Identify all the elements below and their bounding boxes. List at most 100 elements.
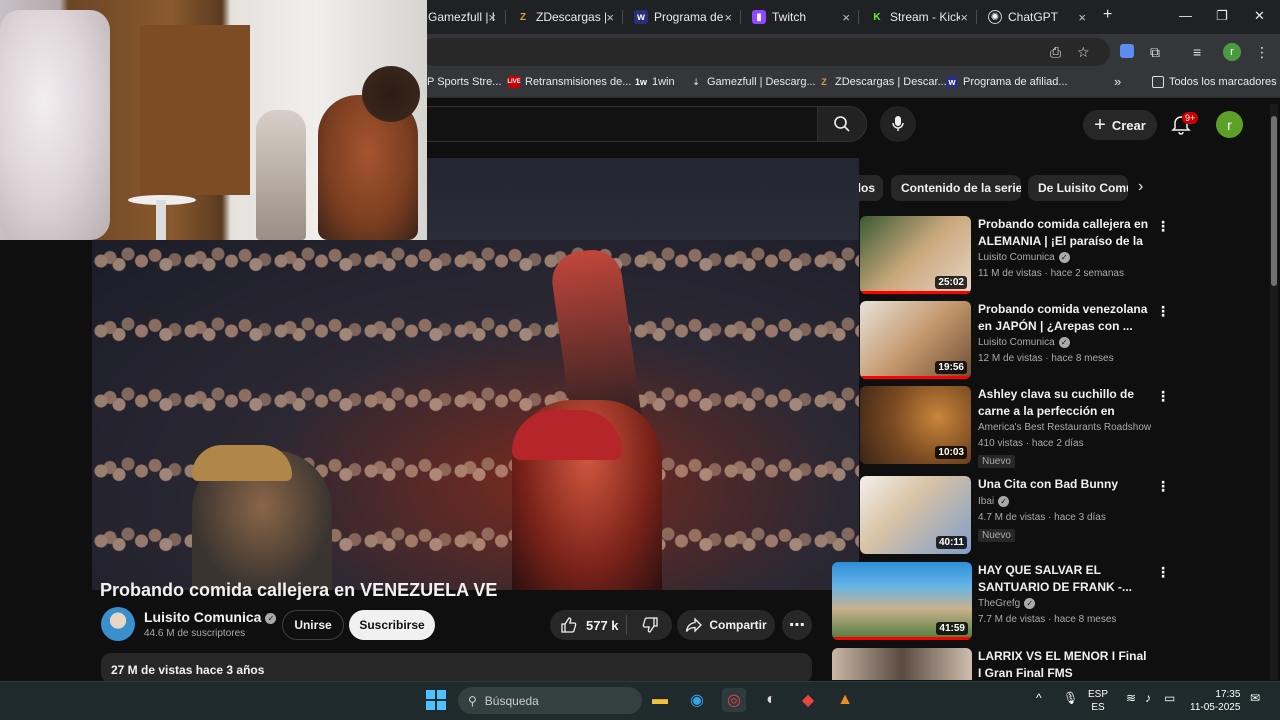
clock[interactable]: 17:35 11-05-2025: [1190, 688, 1240, 714]
recommendation-item[interactable]: 19:56 Probando comida venezolana en JAPÓ…: [860, 301, 1170, 383]
bookmark-item[interactable]: P Sports Stre...: [427, 76, 501, 88]
scrollbar-thumb[interactable]: [1271, 116, 1277, 286]
search-button[interactable]: [817, 106, 867, 142]
windows-start-icon[interactable]: [424, 688, 448, 712]
taskbar-search[interactable]: ⚲ Búsqueda: [458, 687, 642, 714]
video-title[interactable]: HAY QUE SALVAR EL SANTUARIO DE FRANK -..…: [978, 562, 1150, 596]
recommendation-item[interactable]: 25:02 Probando comida callejera en ALEMA…: [860, 216, 1170, 298]
tab-kick[interactable]: K Stream - Kick ×: [862, 4, 974, 30]
all-bookmarks-button[interactable]: Todos los marcadores: [1152, 76, 1277, 88]
video-title[interactable]: Probando comida callejera en ALEMANIA | …: [978, 216, 1150, 250]
bookmark-item[interactable]: Z ZDescargas | Descar...: [818, 76, 946, 88]
channel-name[interactable]: Luisito Comunica ✓: [978, 252, 1070, 263]
tab-chatgpt[interactable]: ✺ ChatGPT ×: [980, 4, 1092, 30]
profile-avatar[interactable]: r: [1223, 43, 1241, 61]
bookmark-item[interactable]: ⇣ Gamezfull | Descarg...: [690, 76, 815, 88]
chevron-right-icon[interactable]: ›: [1138, 178, 1143, 196]
video-thumbnail[interactable]: 10:03: [860, 386, 971, 464]
video-thumbnail[interactable]: 40:11: [860, 476, 971, 554]
notification-center-icon[interactable]: ✉: [1250, 692, 1260, 705]
close-window-icon[interactable]: ✕: [1254, 8, 1265, 24]
recommendation-item[interactable]: 40:11 Una Cita con Bad Bunny Ibai ✓ 4.7 M…: [860, 476, 1170, 558]
close-icon[interactable]: ×: [960, 10, 968, 25]
video-thumbnail[interactable]: [832, 648, 972, 680]
battery-icon[interactable]: ▭: [1164, 692, 1175, 705]
channel-name[interactable]: Luisito Comunica ✓: [978, 337, 1070, 348]
minimize-icon[interactable]: —: [1179, 8, 1192, 23]
background-person: [256, 110, 306, 240]
more-actions-button[interactable]: ⋯: [782, 610, 812, 640]
video-title[interactable]: LARRIX VS EL MENOR I Final I Gran Final …: [978, 648, 1150, 680]
app-red-icon[interactable]: ◆: [796, 688, 820, 712]
install-app-icon[interactable]: ⎙: [1050, 44, 1061, 61]
video-thumbnail[interactable]: 19:56: [860, 301, 971, 379]
more-vertical-icon[interactable]: ⋮: [1156, 388, 1170, 405]
close-icon[interactable]: ×: [606, 10, 614, 25]
channel-name[interactable]: Luisito Comunica ✓: [144, 609, 277, 625]
close-icon[interactable]: ×: [724, 10, 732, 25]
restore-icon[interactable]: ❐: [1216, 8, 1228, 24]
close-icon[interactable]: ×: [488, 10, 496, 25]
language-indicator[interactable]: ESP ES: [1088, 688, 1108, 714]
more-vertical-icon[interactable]: ⋮: [1156, 564, 1170, 581]
description-box[interactable]: 27 M de vistas hace 3 años: [101, 653, 812, 683]
recommendation-item[interactable]: 10:03 Ashley clava su cuchillo de carne …: [860, 386, 1170, 468]
search-input[interactable]: [420, 106, 817, 142]
more-vertical-icon[interactable]: ⋮: [1156, 218, 1170, 235]
voice-search-button[interactable]: [880, 106, 916, 142]
extension-s-icon[interactable]: [1120, 44, 1134, 58]
plus-icon: +: [1094, 114, 1106, 136]
video-player[interactable]: [92, 240, 859, 590]
account-avatar[interactable]: r: [1216, 111, 1243, 138]
tab-zdescargas[interactable]: Z ZDescargas | ×: [508, 4, 620, 30]
tray-mic-icon[interactable]: 🎙: [1063, 692, 1078, 705]
file-explorer-icon[interactable]: ▬: [648, 688, 672, 712]
edge-icon[interactable]: ◉: [685, 688, 709, 712]
bookmark-item[interactable]: LIVE Retransmisiones de...: [507, 76, 631, 88]
join-button[interactable]: Unirse: [282, 610, 344, 640]
channel-avatar[interactable]: [101, 607, 135, 641]
more-vertical-icon[interactable]: ⋮: [1156, 303, 1170, 320]
share-button[interactable]: Compartir: [677, 610, 775, 640]
recommendation-item[interactable]: 41:59 HAY QUE SALVAR EL SANTUARIO DE FRA…: [832, 562, 1170, 644]
tab-programa[interactable]: w Programa de ×: [626, 4, 738, 30]
address-bar[interactable]: [420, 38, 1110, 66]
tab-twitch[interactable]: ▮ Twitch ×: [744, 4, 856, 30]
tray-overflow-icon[interactable]: ^: [1036, 692, 1042, 705]
wifi-icon[interactable]: ≋: [1126, 692, 1136, 705]
tab-gamezfull[interactable]: Gamezfull | D ×: [420, 4, 502, 30]
new-tab-button[interactable]: +: [1103, 6, 1112, 24]
bookmark-star-icon[interactable]: ☆: [1077, 44, 1090, 61]
like-button[interactable]: 577 k: [550, 616, 626, 634]
dislike-button[interactable]: [627, 616, 672, 634]
media-controls-icon[interactable]: ≡: [1193, 44, 1201, 60]
vlc-icon[interactable]: ▲: [833, 688, 857, 712]
chip-all[interactable]: dos: [859, 175, 883, 201]
channel-name[interactable]: TheGrefg ✓: [978, 598, 1036, 609]
more-vertical-icon[interactable]: ⋮: [1156, 478, 1170, 495]
bookmark-item[interactable]: w Programa de afiliad...: [946, 76, 1068, 88]
chrome-icon[interactable]: ◎: [722, 688, 746, 712]
close-icon[interactable]: ×: [1078, 10, 1086, 25]
video-meta: 410 vistas · hace 2 días: [978, 438, 1084, 449]
volume-icon[interactable]: ♪: [1145, 692, 1151, 705]
bookmarks-overflow-button[interactable]: »: [1114, 74, 1121, 89]
chip-channel[interactable]: De Luisito Comu: [1028, 175, 1128, 201]
video-thumbnail[interactable]: 41:59: [832, 562, 972, 640]
subscribe-button[interactable]: Suscribirse: [349, 610, 435, 640]
bookmark-item[interactable]: 1w 1win: [635, 76, 675, 88]
channel-name[interactable]: America's Best Restaurants Roadshow: [978, 422, 1151, 433]
create-button[interactable]: + Crear: [1083, 110, 1157, 140]
video-title[interactable]: Una Cita con Bad Bunny: [978, 476, 1150, 493]
extensions-icon[interactable]: ⧉: [1150, 44, 1160, 61]
channel-name[interactable]: Ibai ✓: [978, 496, 1010, 507]
recommendation-item[interactable]: LARRIX VS EL MENOR I Final I Gran Final …: [832, 648, 1160, 680]
more-vertical-icon[interactable]: ⋮: [1156, 650, 1160, 667]
video-title[interactable]: Probando comida venezolana en JAPÓN | ¿A…: [978, 301, 1150, 335]
close-icon[interactable]: ×: [842, 10, 850, 25]
video-title[interactable]: Ashley clava su cuchillo de carne a la p…: [978, 386, 1150, 420]
video-thumbnail[interactable]: 25:02: [860, 216, 971, 294]
chip-series[interactable]: Contenido de la serie: [891, 175, 1021, 201]
menu-kebab-icon[interactable]: ⋮: [1255, 44, 1269, 61]
obs-icon[interactable]: ◐: [759, 688, 783, 712]
